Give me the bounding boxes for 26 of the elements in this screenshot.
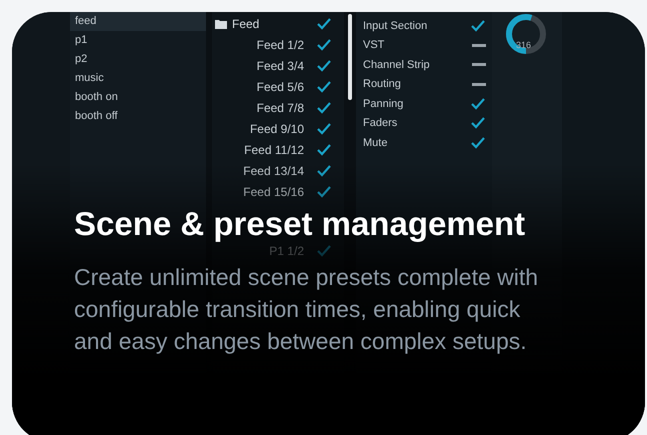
scene-item[interactable]: p1 xyxy=(70,31,206,50)
preset-item[interactable]: Feed 9/10 xyxy=(250,120,304,138)
preset-item[interactable]: Feed 5/6 xyxy=(256,78,304,96)
preset-item[interactable]: Feed 13/14 xyxy=(243,162,304,180)
section-item[interactable]: Channel Strip xyxy=(363,56,472,73)
preset-item[interactable]: Feed 11/12 xyxy=(244,140,304,158)
scene-item[interactable]: p2 xyxy=(70,50,206,69)
section-item[interactable]: Input Section xyxy=(363,18,470,34)
section-item[interactable]: Mute xyxy=(363,134,470,151)
scrollbar-thumb[interactable] xyxy=(348,14,352,100)
section-item[interactable]: Faders xyxy=(363,115,470,132)
folder-icon xyxy=(215,18,227,28)
scene-item[interactable]: booth off xyxy=(70,107,206,126)
scene-item[interactable]: booth on xyxy=(70,88,206,107)
dial-reading: 316 xyxy=(516,39,532,52)
preset-item[interactable]: Feed 15/16 xyxy=(243,182,304,200)
preset-item[interactable]: Feed 3/4 xyxy=(256,56,304,74)
card-description: Create unlimited scene presets complete with configurable transition times, enabling quick and easy changes between complex setups. xyxy=(74,263,540,356)
preset-item[interactable]: Feed 7/8 xyxy=(256,98,304,116)
section-item[interactable]: Panning xyxy=(363,96,470,112)
section-item[interactable]: VST xyxy=(363,37,472,54)
folder-label[interactable]: Feed xyxy=(232,14,311,32)
scene-item[interactable]: music xyxy=(70,69,206,88)
scene-item[interactable]: feed xyxy=(70,12,206,31)
section-item[interactable]: Routing xyxy=(363,76,472,92)
preset-item[interactable]: Feed 1/2 xyxy=(256,36,304,54)
